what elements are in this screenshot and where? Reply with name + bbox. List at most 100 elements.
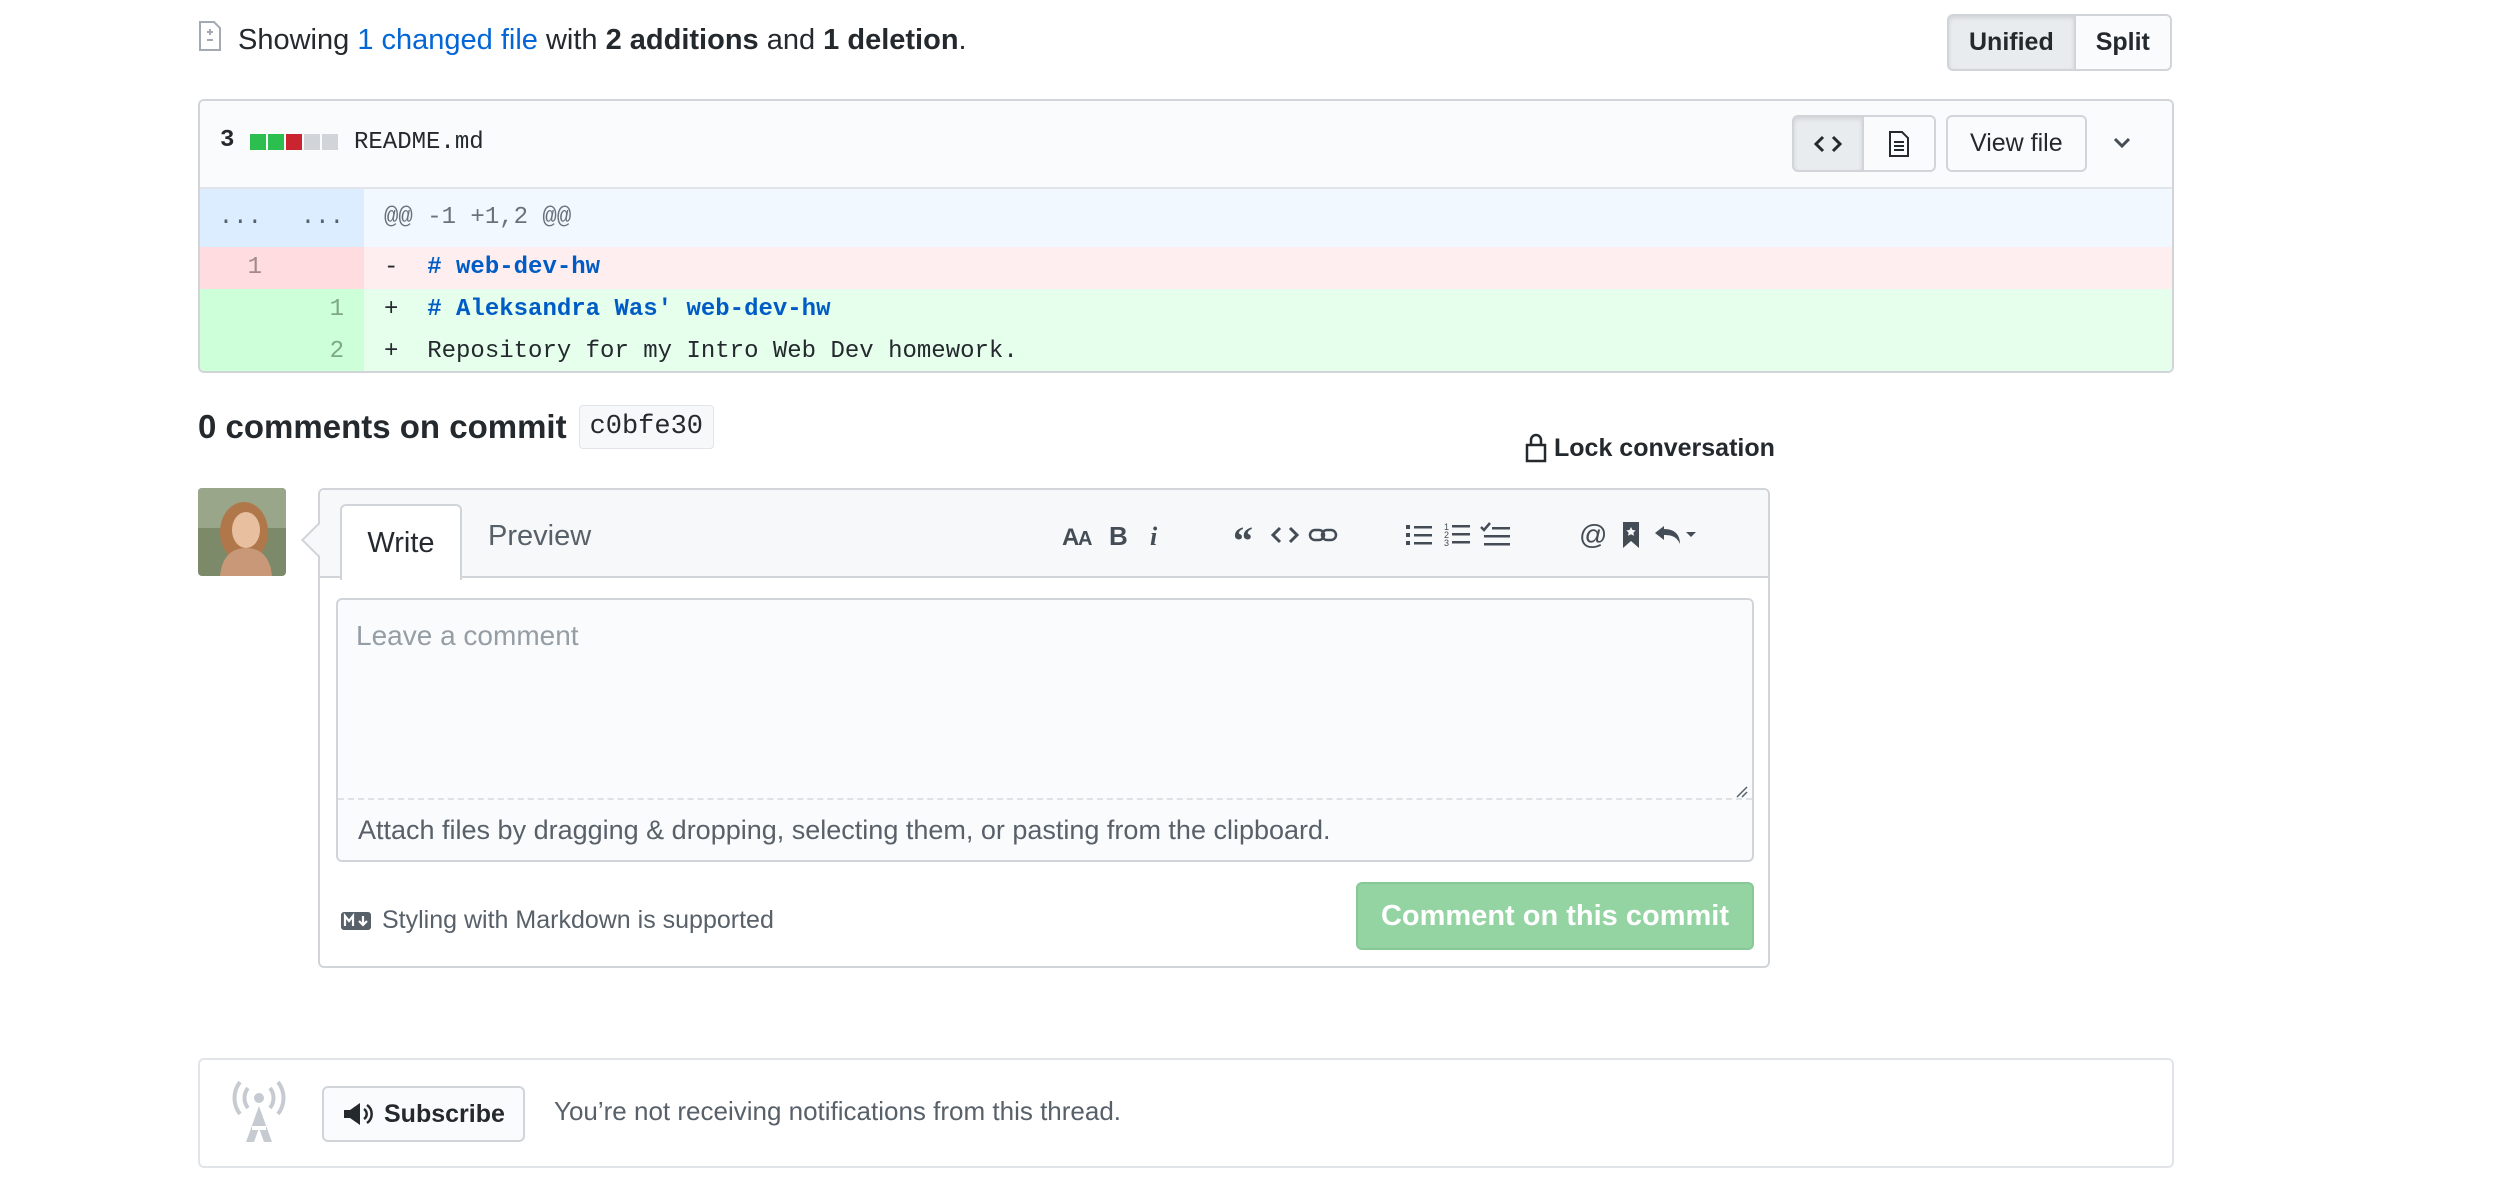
diff-marker: - [384, 254, 399, 281]
diff-text: # Aleksandra Was' web-dev-hw [427, 296, 831, 323]
markdown-icon [341, 911, 371, 930]
lock-conversation-button[interactable]: Lock conversation [1524, 432, 1775, 464]
diff-summary: Showing 1 changed file with 2 additions … [238, 20, 967, 60]
file-icon [1889, 130, 1909, 157]
comment-form-header: Write Preview AA B i “ 123 @ [320, 490, 1768, 580]
broadcast-icon [232, 1080, 286, 1142]
diffstat-block [304, 134, 320, 150]
reply-icon[interactable] [1650, 516, 1702, 554]
quote-icon[interactable]: “ [1228, 516, 1266, 554]
svg-text:B: B [1109, 522, 1127, 548]
comment-submit-button[interactable]: Comment on this commit [1356, 882, 1754, 950]
diff-marker: + [384, 296, 399, 323]
megaphone-icon [344, 1103, 373, 1125]
diff-code: + Repository for my Intro Web Dev homewo… [384, 331, 1018, 371]
file-header: 3 README.md View file [200, 101, 2172, 189]
file-view-toggle [1792, 115, 1936, 172]
commit-sha: c0bfe30 [578, 405, 714, 449]
unified-button[interactable]: Unified [1947, 14, 2076, 71]
subscribe-button[interactable]: Subscribe [322, 1086, 525, 1142]
diff-code: + # Aleksandra Was' web-dev-hw [384, 289, 830, 331]
new-line-number[interactable]: 2 [282, 331, 364, 371]
diffstat-count: 3 [220, 127, 235, 154]
split-button[interactable]: Split [2075, 14, 2172, 71]
bold-icon[interactable]: B [1098, 516, 1136, 554]
markdown-note-label: Styling with Markdown is supported [382, 906, 774, 934]
summary-with: with [537, 24, 606, 56]
lock-icon [1525, 433, 1547, 463]
comments-title: 0 comments on commit [198, 408, 567, 445]
diff-line: 2 + Repository for my Intro Web Dev home… [200, 331, 2172, 371]
rich-view-button[interactable] [1864, 115, 1936, 172]
diffstat-bar [250, 134, 338, 150]
hunk-expand-right[interactable]: ... [282, 189, 364, 247]
diff-view-toggle: Unified Split [1947, 14, 2172, 71]
diff-line: 1 + # Aleksandra Was' web-dev-hw [200, 289, 2172, 331]
file-attach-hint[interactable]: Attach files by dragging & dropping, sel… [338, 798, 1752, 860]
resize-grip-icon[interactable] [1734, 784, 1748, 798]
summary-suffix: . [958, 24, 967, 56]
code-icon [1814, 135, 1842, 152]
toolbar-misc-group: @ [1574, 516, 1702, 554]
view-file-button[interactable]: View file [1946, 115, 2087, 172]
diffstat-block [286, 134, 302, 150]
comment-textarea-wrap: Attach files by dragging & dropping, sel… [336, 598, 1754, 862]
source-view-button[interactable] [1792, 115, 1864, 172]
lock-label: Lock conversation [1554, 433, 1775, 462]
additions-count: 2 additions [605, 24, 759, 56]
text-size-icon[interactable]: AA [1060, 516, 1098, 554]
svg-text:3: 3 [1444, 538, 1449, 548]
svg-text:A: A [1062, 524, 1079, 547]
avatar[interactable] [198, 488, 286, 576]
svg-text:@: @ [1579, 521, 1607, 549]
changed-files-link[interactable]: 1 changed file [357, 24, 538, 56]
hunk-expand-left[interactable]: ... [200, 189, 282, 247]
italic-icon[interactable]: i [1136, 516, 1174, 554]
bookmark-icon[interactable] [1612, 516, 1650, 554]
task-list-icon[interactable] [1476, 516, 1514, 554]
bullet-list-icon[interactable] [1400, 516, 1438, 554]
summary-and: and [758, 24, 824, 56]
svg-text:i: i [1150, 522, 1158, 548]
toolbar-insert-group: “ [1228, 516, 1342, 554]
hunk-range: @@ -1 +1,2 @@ [384, 204, 572, 231]
mention-icon[interactable]: @ [1574, 516, 1612, 554]
tab-preview[interactable]: Preview [488, 520, 591, 553]
tab-write[interactable]: Write [340, 504, 462, 580]
file-diff-icon [199, 21, 221, 51]
new-line-number[interactable] [282, 247, 364, 289]
avatar-image [198, 488, 286, 576]
svg-text:A: A [1078, 528, 1092, 547]
subscription-status: You’re not receiving notifications from … [554, 1096, 1122, 1126]
old-line-number[interactable] [200, 289, 282, 331]
diff-text: # web-dev-hw [427, 254, 601, 281]
toolbar-list-group: 123 [1400, 516, 1514, 554]
svg-text:“: “ [1233, 524, 1253, 546]
subscribe-label: Subscribe [384, 1099, 505, 1128]
diff-marker: + [384, 338, 399, 365]
diffstat-block [322, 134, 338, 150]
subscribe-bar: Subscribe You’re not receiving notificat… [198, 1058, 2174, 1168]
numbered-list-icon[interactable]: 123 [1438, 516, 1476, 554]
diffstat-block [268, 134, 284, 150]
diff-line: 1 - # web-dev-hw [200, 247, 2172, 289]
link-icon[interactable] [1304, 516, 1342, 554]
diff-code: - # web-dev-hw [384, 247, 600, 289]
diff-text: Repository for my Intro Web Dev homework… [427, 338, 1018, 365]
hunk-header: ... ... @@ -1 +1,2 @@ [200, 189, 2172, 247]
summary-prefix: Showing [238, 24, 358, 56]
code-icon[interactable] [1266, 516, 1304, 554]
comments-heading: 0 comments on commit c0bfe30 [198, 405, 714, 449]
new-line-number[interactable]: 1 [282, 289, 364, 331]
diffstat-block [250, 134, 266, 150]
old-line-number[interactable] [200, 331, 282, 371]
toolbar-text-group: AA B i [1060, 516, 1174, 554]
old-line-number[interactable]: 1 [200, 247, 282, 289]
file-diff: 3 README.md View file ... ... @@ -1 +1,2… [198, 99, 2174, 373]
markdown-note[interactable]: Styling with Markdown is supported [340, 906, 774, 935]
chevron-down-icon[interactable] [2106, 127, 2138, 159]
file-name[interactable]: README.md [354, 129, 484, 156]
comment-form: Write Preview AA B i “ 123 @ Attach file… [318, 488, 1770, 968]
comment-textarea[interactable] [338, 600, 1752, 800]
deletions-count: 1 deletion [823, 24, 959, 56]
